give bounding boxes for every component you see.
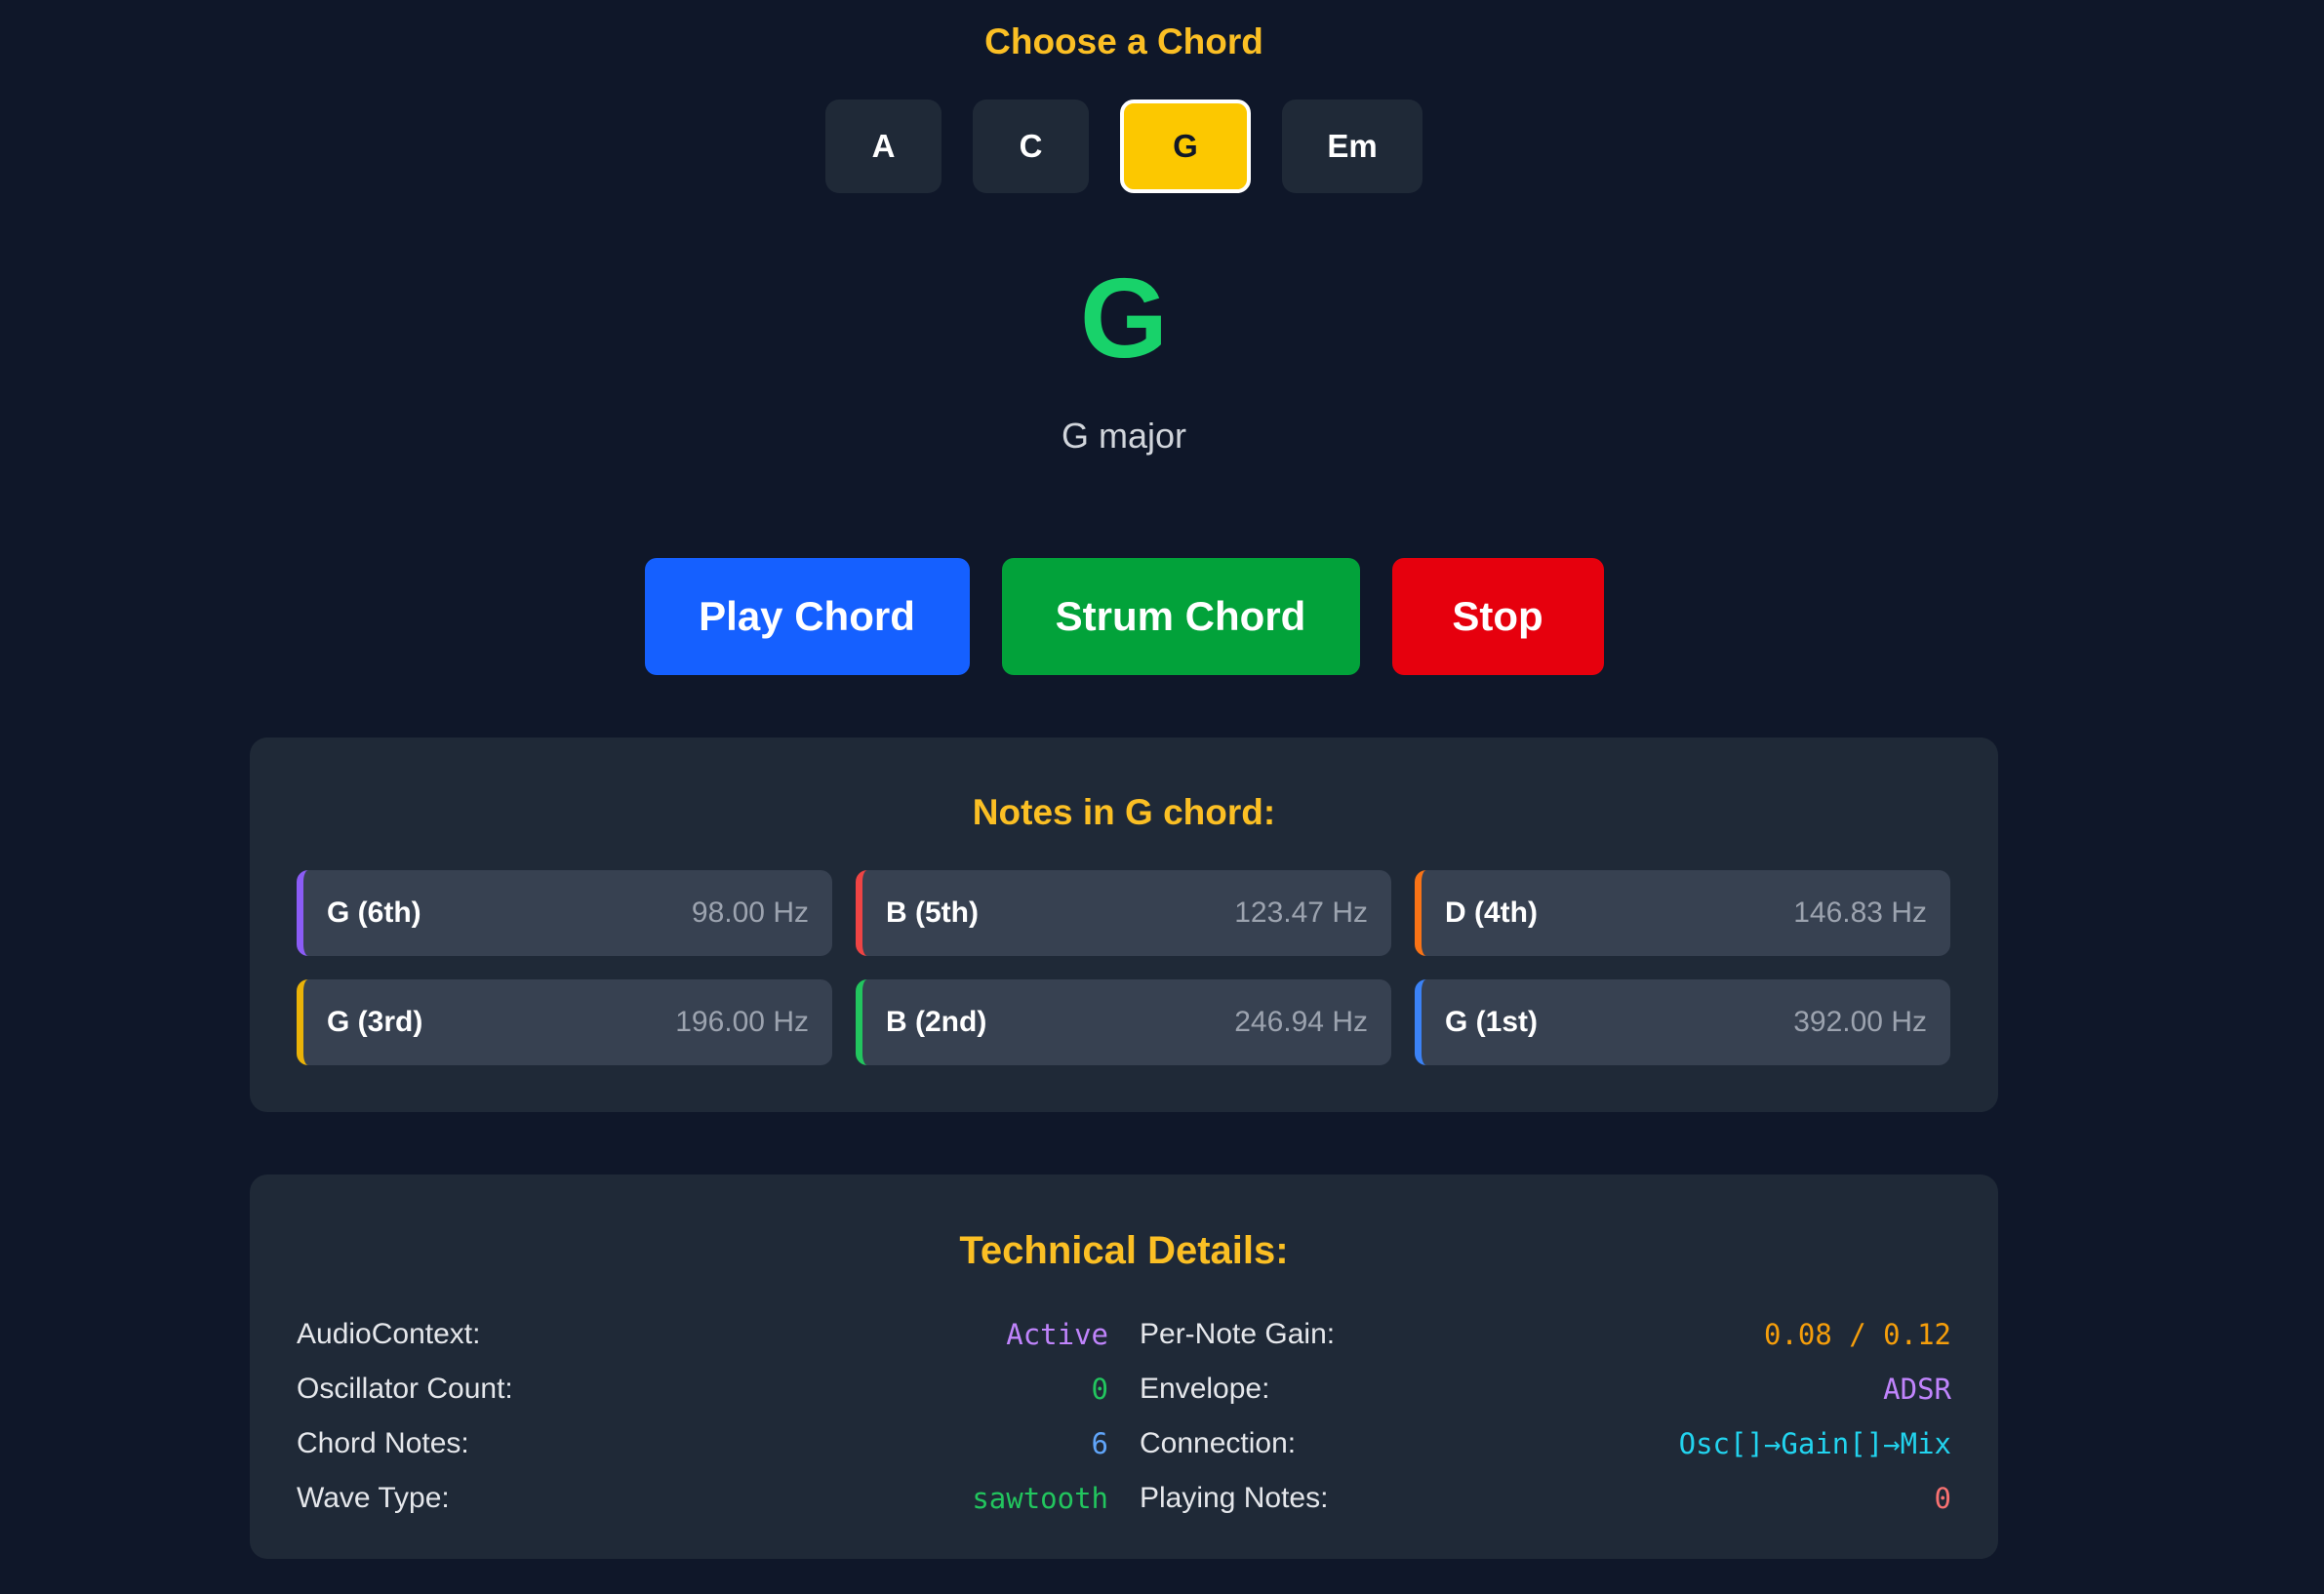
note-name: B (5th) <box>886 897 979 929</box>
play-chord-button[interactable]: Play Chord <box>644 558 970 675</box>
note-name: G (1st) <box>1445 1006 1539 1038</box>
tech-label: Envelope: <box>1140 1373 1270 1405</box>
tech-value: sawtooth <box>972 1482 1108 1515</box>
tech-label: Oscillator Count: <box>297 1373 513 1405</box>
note-card: B (5th) 123.47 Hz <box>856 870 1391 956</box>
tech-row-connection: Connection: Osc[]→Gain[]→Mix <box>1140 1416 1951 1471</box>
note-card: G (3rd) 196.00 Hz <box>297 979 832 1065</box>
chord-button-c[interactable]: C <box>973 100 1089 193</box>
tech-row-audiocontext: AudioContext: Active <box>297 1307 1108 1362</box>
choose-chord-title: Choose a Chord <box>984 21 1263 61</box>
strum-chord-button[interactable]: Strum Chord <box>1001 558 1360 675</box>
technical-details-panel: Technical Details: AudioContext: Active … <box>250 1175 1998 1559</box>
current-chord-symbol: G <box>1079 255 1169 381</box>
action-buttons: Play Chord Strum Chord Stop <box>0 558 2248 675</box>
tech-label: AudioContext: <box>297 1318 481 1350</box>
note-name: D (4th) <box>1445 897 1538 929</box>
note-name: G (3rd) <box>327 1006 423 1038</box>
chord-button-em[interactable]: Em <box>1282 100 1422 193</box>
notes-panel: Notes in G chord: G (6th) 98.00 Hz B (5t… <box>250 737 1998 1112</box>
chord-button-g[interactable]: G <box>1120 100 1251 193</box>
tech-label: Per-Note Gain: <box>1140 1318 1336 1350</box>
note-frequency: 392.00 Hz <box>1793 1006 1927 1038</box>
tech-row-playing-notes: Playing Notes: 0 <box>1140 1471 1951 1526</box>
note-frequency: 146.83 Hz <box>1793 897 1927 929</box>
tech-value: 0.08 / 0.12 <box>1763 1318 1951 1351</box>
note-card: D (4th) 146.83 Hz <box>1415 870 1950 956</box>
note-frequency: 246.94 Hz <box>1234 1006 1368 1038</box>
tech-value: 6 <box>1091 1427 1108 1460</box>
tech-row-per-note-gain: Per-Note Gain: 0.08 / 0.12 <box>1140 1307 1951 1362</box>
note-frequency: 98.00 Hz <box>691 897 809 929</box>
tech-label: Wave Type: <box>297 1482 450 1514</box>
notes-grid: G (6th) 98.00 Hz B (5th) 123.47 Hz D (4t… <box>297 870 1951 1065</box>
technical-details-grid: AudioContext: Active Per-Note Gain: 0.08… <box>297 1307 1951 1526</box>
note-name: G (6th) <box>327 897 421 929</box>
note-frequency: 196.00 Hz <box>675 1006 809 1038</box>
tech-label: Connection: <box>1140 1427 1297 1459</box>
technical-details-title: Technical Details: <box>959 1229 1289 1272</box>
tech-value: ADSR <box>1883 1373 1951 1406</box>
tech-row-envelope: Envelope: ADSR <box>1140 1362 1951 1416</box>
tech-value: 0 <box>1934 1482 1951 1515</box>
tech-row-oscillator-count: Oscillator Count: 0 <box>297 1362 1108 1416</box>
note-frequency: 123.47 Hz <box>1234 897 1368 929</box>
current-chord-description: G major <box>1061 416 1187 456</box>
note-name: B (2nd) <box>886 1006 987 1038</box>
tech-value: Osc[]→Gain[]→Mix <box>1678 1427 1951 1460</box>
tech-row-chord-notes: Chord Notes: 6 <box>297 1416 1108 1471</box>
chord-button-a[interactable]: A <box>825 100 942 193</box>
tech-row-wave-type: Wave Type: sawtooth <box>297 1471 1108 1526</box>
notes-panel-title: Notes in G chord: <box>972 792 1276 832</box>
tech-label: Playing Notes: <box>1140 1482 1329 1514</box>
chord-selector: A C G Em <box>0 100 2248 193</box>
tech-value: 0 <box>1091 1373 1108 1406</box>
note-card: B (2nd) 246.94 Hz <box>856 979 1391 1065</box>
tech-value: Active <box>1006 1318 1108 1351</box>
stop-button[interactable]: Stop <box>1391 558 1604 675</box>
chord-player-page: Choose a Chord A C G Em G G major Play C… <box>0 0 2324 1594</box>
tech-label: Chord Notes: <box>297 1427 469 1459</box>
note-card: G (6th) 98.00 Hz <box>297 870 832 956</box>
note-card: G (1st) 392.00 Hz <box>1415 979 1950 1065</box>
